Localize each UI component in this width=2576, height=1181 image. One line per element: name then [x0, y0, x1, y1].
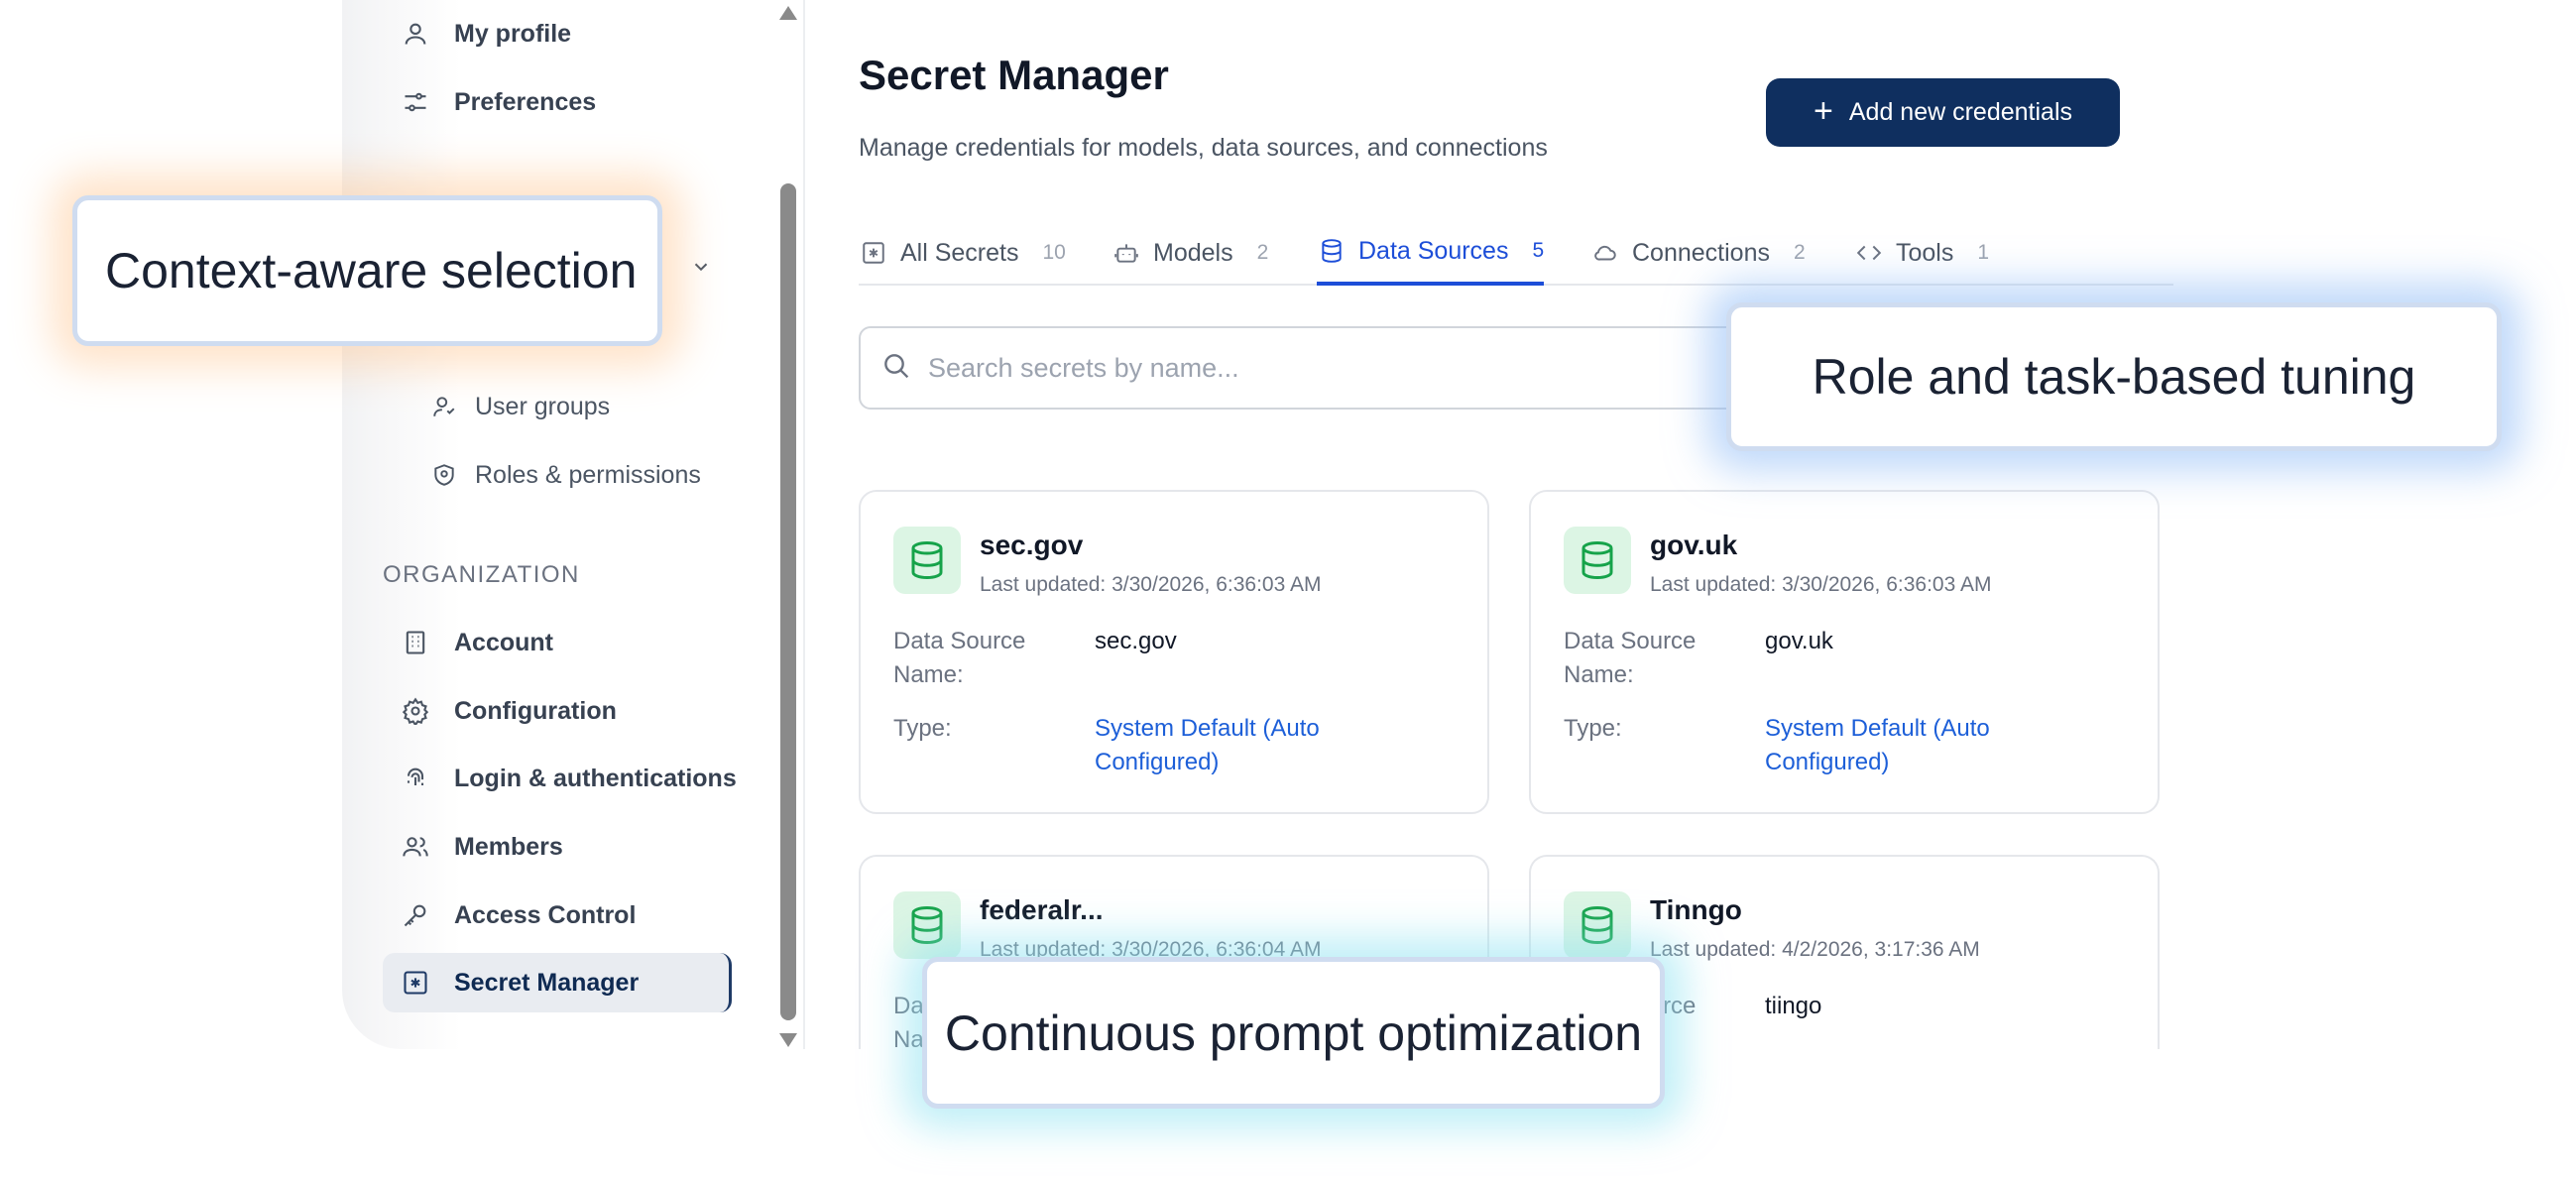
- tab-count: 1: [1977, 241, 1990, 264]
- sidebar-item-roles-permissions[interactable]: Roles & permissions: [411, 445, 701, 505]
- sidebar-item-label: Members: [454, 832, 563, 861]
- last-updated: Last updated: 4/2/2026, 3:17:36 AM: [1650, 938, 1980, 961]
- gear-icon: [399, 694, 432, 728]
- callout-text: Continuous prompt optimization: [944, 1004, 1643, 1061]
- type-label: Type:: [1564, 715, 1622, 742]
- sidebar-item-label: Configuration: [454, 696, 617, 725]
- database-icon: [1564, 891, 1631, 959]
- database-icon: [893, 891, 961, 959]
- data-source-name-value: tiingo: [1765, 993, 1822, 1019]
- secret-card[interactable]: sec.gov Last updated: 3/30/2026, 6:36:03…: [859, 490, 1489, 814]
- search-box[interactable]: [859, 326, 1850, 410]
- sidebar-item-label: My profile: [454, 19, 572, 48]
- sidebar-item-access-control[interactable]: Access Control: [383, 886, 636, 945]
- callout-text: Role and task-based tuning: [1812, 349, 2416, 405]
- search-input[interactable]: [928, 352, 1622, 384]
- plus-icon: +: [1814, 92, 1833, 130]
- sidebar-item-preferences[interactable]: Preferences: [383, 72, 596, 132]
- tab-label: Models: [1153, 238, 1233, 267]
- tab-count: 2: [1793, 241, 1806, 264]
- add-credentials-label: Add new credentials: [1848, 98, 2072, 126]
- page-title: Secret Manager: [859, 52, 1169, 98]
- page-subtitle: Manage credentials for models, data sour…: [859, 134, 1548, 162]
- type-label: Type:: [893, 715, 952, 742]
- last-updated: Last updated: 3/30/2026, 6:36:03 AM: [980, 573, 1322, 596]
- database-icon: [1317, 236, 1347, 266]
- tab-models[interactable]: Models 2: [1112, 220, 1268, 286]
- tab-label: Tools: [1896, 238, 1954, 267]
- data-source-name-value: sec.gov: [1095, 628, 1177, 654]
- sidebar-item-label: Login & authentications: [454, 764, 737, 792]
- user-group-icon: [427, 390, 461, 423]
- sidebar-item-account[interactable]: Account: [383, 613, 553, 672]
- sidebar-item-label: Secret Manager: [454, 968, 640, 997]
- sidebar-item-login-auth[interactable]: Login & authentications: [383, 749, 737, 808]
- section-label-organization: ORGANIZATION: [383, 561, 580, 588]
- robot-icon: [1112, 238, 1141, 268]
- settings-sidebar: My profile Preferences User groups Roles…: [342, 0, 803, 1049]
- secret-type-tabs: All Secrets 10 Models 2 Data Sources 5 C…: [859, 220, 2173, 286]
- database-icon: [893, 527, 961, 594]
- scroll-down-arrow-icon[interactable]: [779, 1033, 797, 1047]
- chevron-down-icon[interactable]: [690, 256, 712, 283]
- sidebar-item-members[interactable]: Members: [383, 817, 563, 877]
- secret-name: gov.uk: [1650, 530, 1738, 560]
- tab-all-secrets[interactable]: All Secrets 10: [859, 220, 1066, 286]
- sidebar-item-label: User groups: [475, 392, 611, 420]
- sidebar-divider: [803, 0, 805, 1049]
- asterisk-box-icon: [399, 966, 432, 1000]
- sidebar-item-my-profile[interactable]: My profile: [383, 4, 571, 63]
- sliders-icon: [399, 85, 432, 119]
- callout-text: Context-aware selection: [105, 243, 638, 298]
- sidebar-item-label: Access Control: [454, 900, 637, 929]
- sidebar-item-configuration[interactable]: Configuration: [383, 681, 617, 741]
- tab-label: Data Sources: [1358, 236, 1509, 265]
- secret-card[interactable]: gov.uk Last updated: 3/30/2026, 6:36:03 …: [1529, 490, 2160, 814]
- user-icon: [399, 17, 432, 51]
- asterisk-box-icon: [859, 238, 888, 268]
- sidebar-item-user-groups[interactable]: User groups: [411, 377, 610, 436]
- data-source-name-value: gov.uk: [1765, 628, 1833, 654]
- scrollbar-thumb[interactable]: [780, 183, 796, 1020]
- users-icon: [399, 830, 432, 864]
- cloud-icon: [1590, 238, 1620, 268]
- tab-label: Connections: [1632, 238, 1770, 267]
- tab-data-sources[interactable]: Data Sources 5: [1317, 220, 1545, 286]
- tab-count: 10: [1042, 241, 1066, 264]
- callout-context-aware: Context-aware selection: [72, 195, 662, 346]
- database-icon: [1564, 527, 1631, 594]
- type-value: System Default (Auto Configured): [1765, 715, 1990, 775]
- tab-connections[interactable]: Connections 2: [1590, 220, 1806, 286]
- search-icon: [880, 350, 912, 387]
- scroll-up-arrow-icon[interactable]: [779, 6, 797, 20]
- tab-tools[interactable]: Tools 1: [1854, 220, 1989, 286]
- sidebar-item-label: Account: [454, 628, 553, 656]
- callout-prompt-optimization: Continuous prompt optimization: [922, 957, 1665, 1109]
- tab-label: All Secrets: [900, 238, 1019, 267]
- sidebar-item-label: Preferences: [454, 87, 597, 116]
- callout-role-tuning: Role and task-based tuning: [1726, 302, 2502, 451]
- key-icon: [399, 898, 432, 932]
- sidebar-item-secret-manager[interactable]: Secret Manager: [383, 953, 732, 1012]
- last-updated: Last updated: 3/30/2026, 6:36:03 AM: [1650, 573, 1992, 596]
- fingerprint-icon: [399, 762, 432, 795]
- building-icon: [399, 626, 432, 659]
- sidebar-item-label: Roles & permissions: [475, 460, 701, 489]
- secret-name: federalr...: [980, 894, 1104, 925]
- data-source-name-label: Data Source Name:: [893, 628, 1026, 688]
- data-source-name-label: Data Source Name:: [1564, 628, 1697, 688]
- secret-name: Tinngo: [1650, 894, 1742, 925]
- tab-count: 5: [1532, 239, 1545, 262]
- type-value: System Default (Auto Configured): [1095, 715, 1320, 775]
- shield-icon: [427, 458, 461, 492]
- tab-count: 2: [1256, 241, 1269, 264]
- secret-name: sec.gov: [980, 530, 1084, 560]
- code-icon: [1854, 238, 1884, 268]
- add-credentials-button[interactable]: + Add new credentials: [1766, 78, 2120, 147]
